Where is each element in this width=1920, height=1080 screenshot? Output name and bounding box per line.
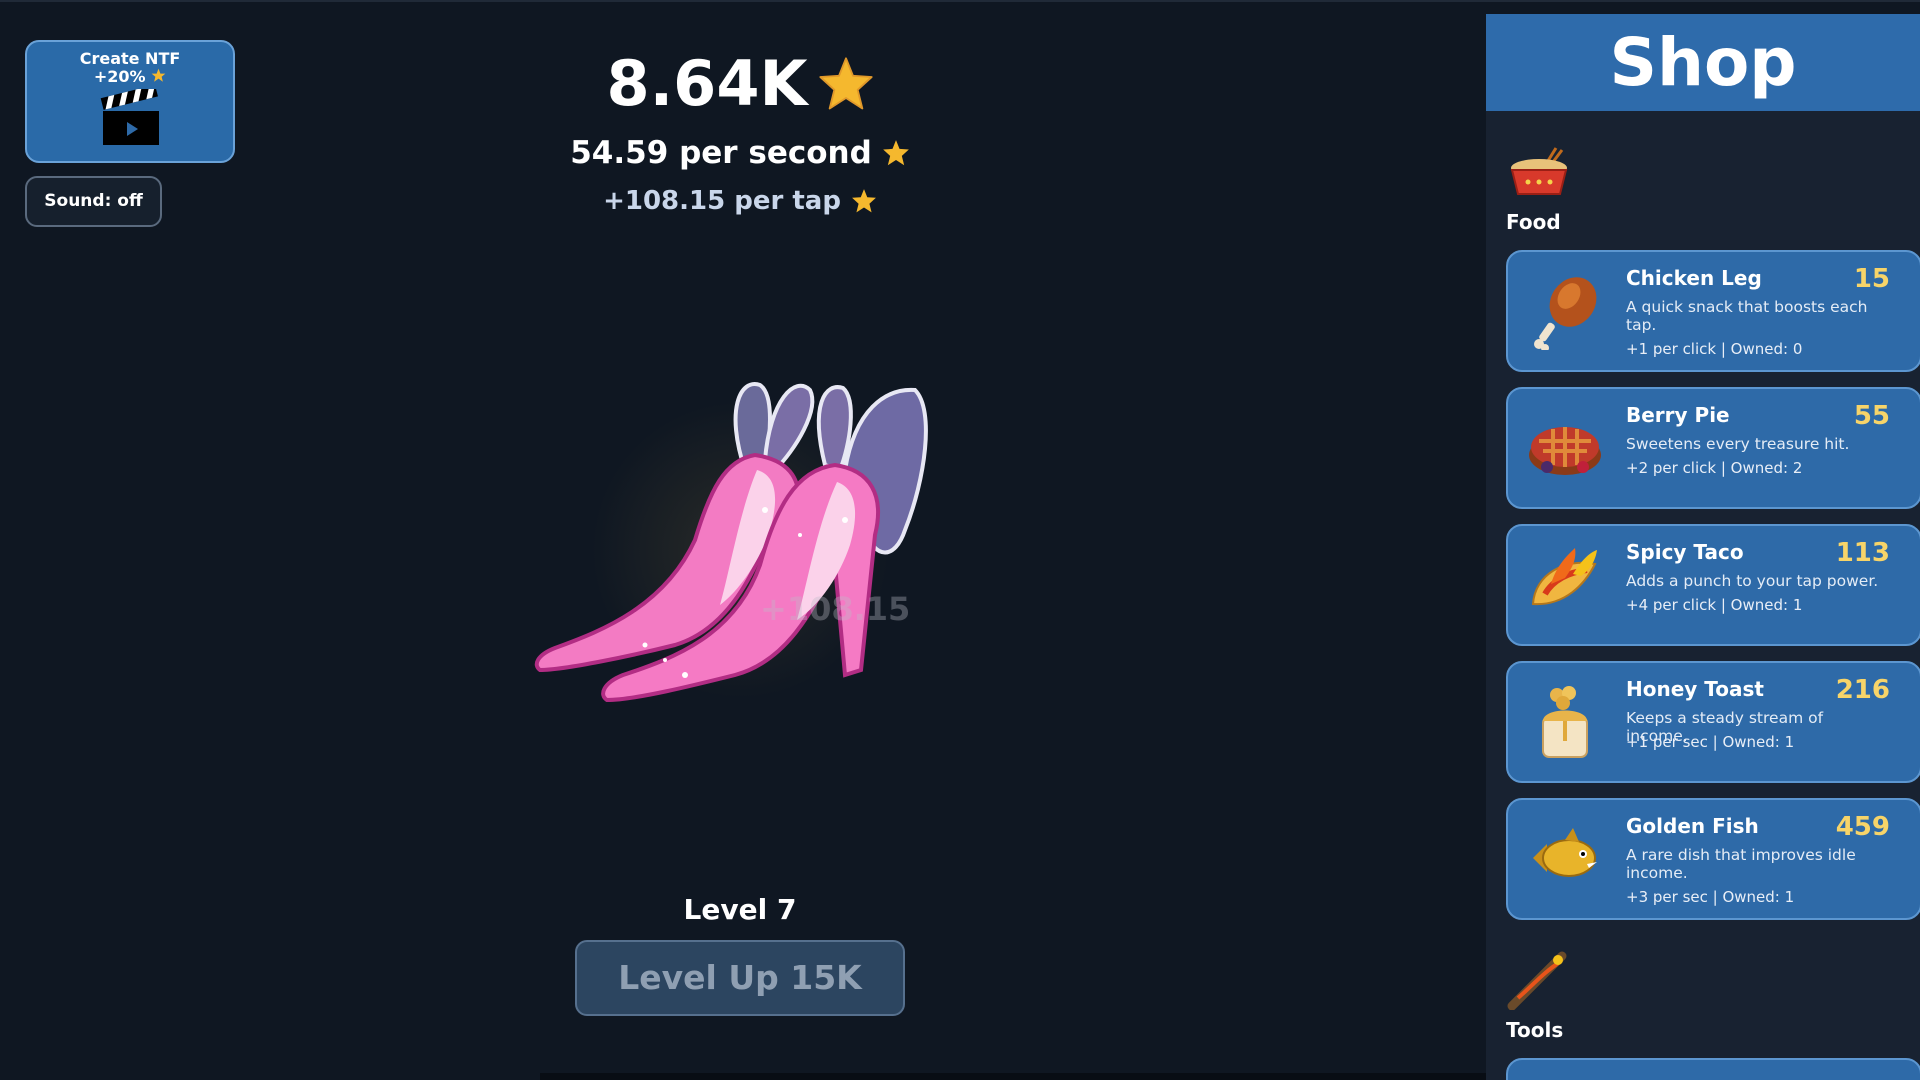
- top-border: [0, 0, 1920, 2]
- category-label: Tools: [1506, 1018, 1564, 1042]
- item-price: 15: [1853, 264, 1890, 294]
- item-stats: +1 per click | Owned: 0: [1626, 340, 1803, 358]
- create-nft-label: Create NTF: [79, 49, 181, 68]
- per-tap-rate: +108.15 per tap: [440, 181, 1040, 221]
- per-tap-value: +108.15 per tap: [603, 186, 841, 216]
- item-price: 55: [1853, 401, 1890, 431]
- per-second-value: 54.59 per second: [570, 135, 872, 171]
- item-description: A quick snack that boosts each tap.: [1626, 298, 1868, 334]
- item-stats: +3 per sec | Owned: 1: [1626, 888, 1795, 906]
- item-stats: +1 per sec | Owned: 1: [1626, 733, 1795, 751]
- star-icon: [852, 189, 876, 213]
- item-description: A rare dish that improves idle income.: [1626, 846, 1856, 882]
- shop-item-partial[interactable]: [1506, 1058, 1920, 1080]
- sound-toggle-button[interactable]: Sound: off: [25, 176, 162, 227]
- bottom-scroll-bar: [540, 1073, 1520, 1080]
- shop-item-berry-pie[interactable]: Berry Pie 55 Sweetens every treasure hit…: [1506, 387, 1920, 509]
- shop-panel[interactable]: Shop Food Chicken Leg 15 A quick snack t…: [1486, 14, 1920, 1080]
- category-label: Food: [1506, 210, 1561, 234]
- fairy-heels-clickable[interactable]: [525, 370, 965, 740]
- level-label: Level 7: [683, 893, 797, 926]
- item-name: Golden Fish: [1626, 814, 1759, 838]
- star-icon: [818, 57, 873, 110]
- magic-wand-icon: [1507, 951, 1567, 1011]
- total-score: 8.64K: [440, 45, 1040, 123]
- chicken-leg-icon: [1534, 277, 1597, 350]
- clapperboard-icon: [100, 89, 159, 145]
- item-price: 459: [1835, 812, 1890, 842]
- item-price: 113: [1835, 538, 1890, 568]
- total-score-value: 8.64K: [606, 47, 808, 120]
- per-second-rate: 54.59 per second: [440, 129, 1040, 177]
- golden-fish-icon: [1533, 828, 1597, 877]
- item-price: 216: [1835, 675, 1890, 705]
- item-stats: +2 per click | Owned: 2: [1626, 459, 1803, 477]
- star-icon: [882, 140, 909, 166]
- shop-item-golden-fish[interactable]: Golden Fish 459 A rare dish that improve…: [1506, 798, 1920, 920]
- item-name: Chicken Leg: [1626, 266, 1762, 290]
- category-food: Food: [1506, 142, 1572, 234]
- nft-bonus-label: +20%: [27, 68, 233, 86]
- honey-toast-icon: [1542, 686, 1588, 758]
- item-stats: +4 per click | Owned: 1: [1626, 596, 1803, 614]
- shop-title: Shop: [1486, 14, 1920, 111]
- item-description: Sweetens every treasure hit.: [1626, 435, 1850, 453]
- category-tools: Tools: [1506, 950, 1572, 1042]
- item-name: Berry Pie: [1626, 403, 1730, 427]
- create-nft-button[interactable]: Create NTF +20%: [25, 40, 235, 163]
- noodle-bowl-icon: [1510, 147, 1568, 195]
- level-up-button[interactable]: Level Up 15K: [575, 940, 905, 1016]
- floating-tap-text: +108.15: [760, 590, 911, 628]
- star-icon: [151, 68, 166, 82]
- item-description: Adds a punch to your tap power.: [1626, 572, 1879, 590]
- item-name: Honey Toast: [1626, 677, 1764, 701]
- shop-item-honey-toast[interactable]: Honey Toast 216 Keeps a steady stream of…: [1506, 661, 1920, 783]
- shop-item-chicken-leg[interactable]: Chicken Leg 15 A quick snack that boosts…: [1506, 250, 1920, 372]
- item-name: Spicy Taco: [1626, 540, 1744, 564]
- berry-pie-icon: [1529, 427, 1601, 475]
- taco-icon: [1531, 548, 1597, 606]
- stats-panel: 8.64K 54.59 per second +108.15 per tap: [440, 45, 1040, 221]
- shop-item-spicy-taco[interactable]: Spicy Taco 113 Adds a punch to your tap …: [1506, 524, 1920, 646]
